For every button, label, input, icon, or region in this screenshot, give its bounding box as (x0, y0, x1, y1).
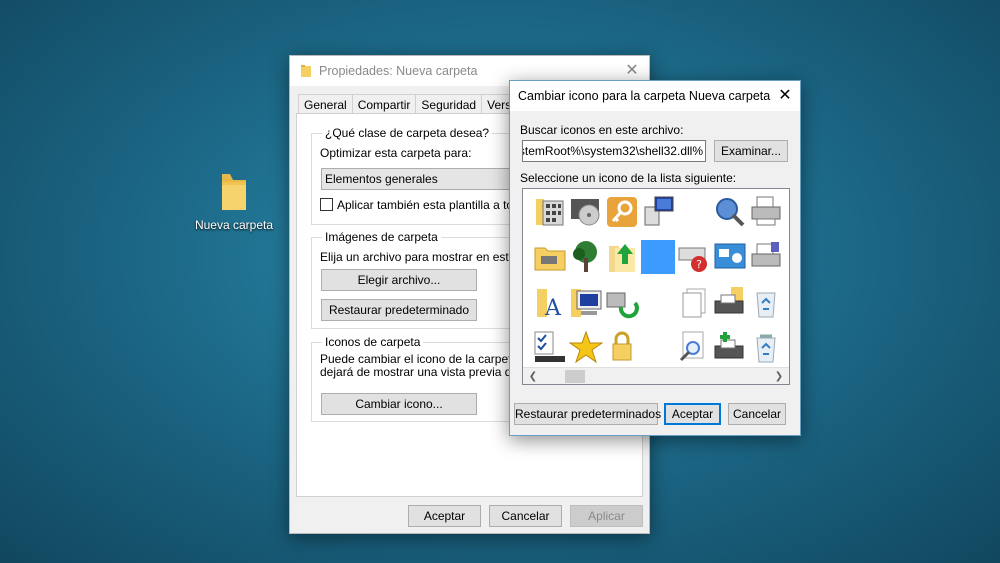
change-icon-title: Cambiar icono para la carpeta Nueva carp… (518, 89, 771, 103)
search-globe-icon[interactable] (713, 195, 747, 229)
icon-list[interactable]: ? A ❮ ❯ (522, 188, 790, 385)
star-icon[interactable] (568, 330, 604, 364)
recycle-bin-icon[interactable] (749, 285, 783, 319)
search-icons-label: Buscar iconos en este archivo: (520, 123, 684, 137)
select-icon-label: Seleccione un icono de la lista siguient… (520, 171, 737, 185)
change-icon-dialog: Cambiar icono para la carpeta Nueva carp… (509, 80, 801, 436)
scroll-right-icon[interactable]: ❯ (771, 369, 787, 384)
network-computer-icon[interactable] (641, 195, 675, 229)
help-device-icon[interactable]: ? (677, 240, 711, 274)
folder-icon (300, 64, 312, 78)
folder-type-group-label: ¿Qué clase de carpeta desea? (322, 126, 493, 140)
apply-template-label: Aplicar también esta plantilla a todas (337, 198, 533, 212)
checklist-icon[interactable] (533, 330, 567, 364)
computer-folder-icon[interactable] (569, 285, 603, 319)
browse-button[interactable]: Examinar... (714, 140, 788, 162)
apply-button[interactable]: Aplicar (570, 505, 643, 527)
close-icon[interactable]: ✕ (774, 85, 796, 107)
key-icon[interactable] (605, 195, 639, 229)
empty-slot (641, 330, 675, 364)
images-description: Elija un archivo para mostrar en este ic… (320, 250, 541, 264)
change-icon-titlebar[interactable]: Cambiar icono para la carpeta Nueva carp… (510, 81, 800, 111)
recycle-bin-full-icon[interactable] (749, 330, 783, 364)
printer-network-icon[interactable] (749, 240, 783, 274)
horizontal-scrollbar[interactable]: ❮ ❯ (523, 367, 789, 384)
properties-title: Propiedades: Nueva carpeta (319, 64, 478, 78)
cancel-button[interactable]: Cancelar (489, 505, 562, 527)
tab-general[interactable]: General (298, 94, 353, 114)
close-icon[interactable]: ✕ (621, 60, 643, 82)
folder-icons-group-label: Iconos de carpeta (322, 335, 424, 349)
optimize-label: Optimizar esta carpeta para: (320, 146, 472, 160)
ok-button[interactable]: Aceptar (408, 505, 481, 527)
empty-slot (641, 285, 675, 319)
documents-icon[interactable] (677, 285, 711, 319)
desktop-folder[interactable]: Nueva carpeta (192, 172, 276, 232)
folder-images-group-label: Imágenes de carpeta (322, 230, 441, 244)
restore-defaults-button[interactable]: Restaurar predeterminados (514, 403, 661, 425)
partial-icon[interactable] (785, 240, 789, 274)
network-sync-icon[interactable] (605, 285, 639, 319)
svg-text:?: ? (696, 258, 702, 271)
control-panel-icon[interactable] (713, 240, 747, 274)
lock-icon[interactable] (605, 330, 639, 364)
printer-folder-icon[interactable] (713, 285, 747, 319)
keypad-icon[interactable] (533, 195, 567, 229)
cancel-button[interactable]: Cancelar (728, 403, 786, 425)
icons-description-2: dejará de mostrar una vista previa del c… (320, 365, 537, 379)
ok-button[interactable]: Aceptar (664, 403, 721, 425)
tree-icon[interactable] (569, 240, 603, 274)
scroll-thumb[interactable] (565, 370, 585, 383)
printer-add-icon[interactable] (713, 330, 747, 364)
folder-icon (219, 172, 249, 212)
folder-drive-icon[interactable] (533, 240, 567, 274)
desktop-folder-label: Nueva carpeta (194, 218, 274, 232)
restore-default-button[interactable]: Restaurar predeterminado (321, 299, 477, 321)
tab-compartir[interactable]: Compartir (351, 94, 417, 114)
search-document-icon[interactable] (677, 330, 711, 364)
svg-text:A: A (544, 296, 562, 319)
font-folder-icon[interactable]: A (533, 285, 567, 321)
icon-file-path-input[interactable]: %SystemRoot%\system32\shell32.dll (522, 140, 706, 162)
empty-slot (677, 195, 711, 229)
recycle-partial-icon[interactable] (785, 195, 789, 229)
printer-icon[interactable] (749, 195, 783, 229)
optimize-select[interactable]: Elementos generales (321, 168, 521, 190)
blank-selected-icon[interactable] (641, 240, 675, 274)
folder-upload-icon[interactable] (605, 240, 639, 274)
choose-file-button[interactable]: Elegir archivo... (321, 269, 477, 291)
folder-partial-icon[interactable] (785, 285, 789, 319)
folder-partial-icon[interactable] (785, 330, 789, 364)
change-icon-button[interactable]: Cambiar icono... (321, 393, 477, 415)
disk-drive-icon[interactable] (569, 195, 603, 229)
tab-seguridad[interactable]: Seguridad (415, 94, 483, 114)
icons-description-1: Puede cambiar el icono de la carpeta, au (320, 352, 539, 366)
scroll-left-icon[interactable]: ❮ (525, 369, 541, 384)
apply-template-checkbox[interactable] (320, 198, 333, 211)
properties-tabs: General Compartir Seguridad Versione (298, 94, 540, 114)
